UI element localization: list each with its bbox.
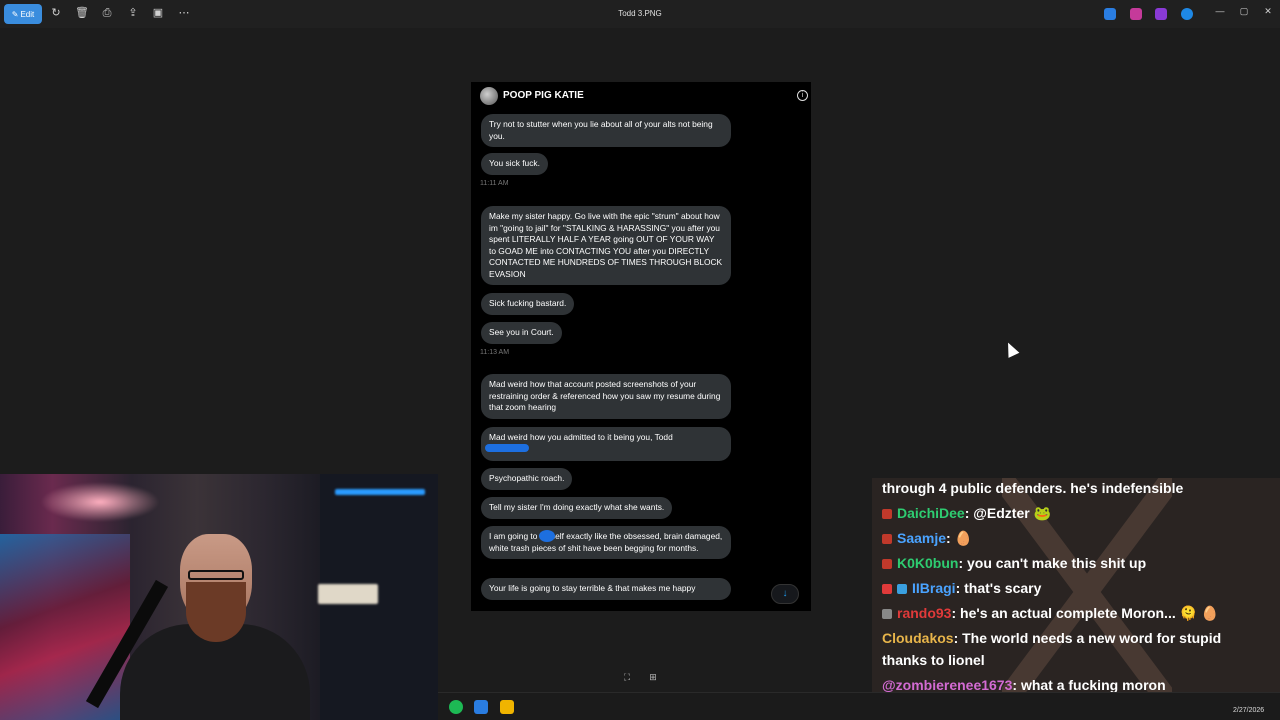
- chat-message: Saamje: 🥚: [882, 529, 1272, 547]
- chat-text: through 4 public defenders. he's indefen…: [882, 480, 1184, 496]
- redaction-scribble: [485, 444, 529, 452]
- chat-message: DaichiDee: @Edzter 🐸: [882, 504, 1272, 522]
- file-explorer-icon[interactable]: [500, 700, 514, 714]
- glasses: [188, 570, 244, 580]
- message-bubble: Sick fucking bastard.: [481, 293, 575, 315]
- app-icon-3[interactable]: [1155, 8, 1167, 20]
- app-icon-green[interactable]: [449, 700, 463, 714]
- delete-icon[interactable]: 🗑: [75, 6, 89, 20]
- shelf-item: [318, 584, 378, 604]
- mouse-cursor-icon: [1002, 340, 1020, 358]
- viewer-toolbar: ✎ Edit ↻ 🗑 ⎙ ⇪ ▣ ⋯ Todd 3.PNG — ▢ ✕: [0, 0, 1280, 28]
- edit-icon: ✎: [11, 9, 19, 19]
- person-beard: [186, 582, 246, 642]
- string-lights: [40, 482, 160, 522]
- shelf-light: [335, 489, 425, 495]
- chat-text: : that's scary: [955, 580, 1042, 596]
- chat-message: Cloudakos: The world needs a new word fo…: [882, 629, 1272, 647]
- chat-username: K0K0bun: [897, 555, 959, 571]
- fit-to-window-icon[interactable]: ⛶: [621, 672, 633, 684]
- chat-username: @zombierenee1673: [882, 677, 1013, 693]
- timestamp: 11:11 AM: [480, 180, 509, 187]
- taskbar-date: 2/27/2026: [1233, 707, 1265, 714]
- timestamp: 11:13 AM: [480, 349, 510, 356]
- chat-text: : 🥚: [946, 530, 973, 546]
- app-icon-1[interactable]: [1104, 8, 1116, 20]
- share-icon[interactable]: ⇪: [126, 6, 140, 20]
- chat-text: : you can't make this shit up: [958, 555, 1147, 571]
- message-bubble: Mad weird how that account posted screen…: [481, 374, 731, 419]
- print-icon[interactable]: ⎙: [100, 6, 114, 20]
- message-bubble: See you in Court.: [481, 322, 562, 344]
- photos-app-icon[interactable]: [474, 700, 488, 714]
- cloud-icon[interactable]: [1181, 8, 1193, 20]
- rotate-icon[interactable]: ↻: [49, 6, 63, 20]
- blanket: [0, 534, 130, 720]
- chat-message: K0K0bun: you can't make this shit up: [882, 554, 1272, 572]
- minimize-button[interactable]: —: [1212, 6, 1228, 20]
- chat-text: thanks to lionel: [882, 652, 985, 668]
- window-title: Todd 3.PNG: [618, 9, 662, 18]
- more-icon[interactable]: ⋯: [177, 6, 191, 20]
- chat-username: rando93: [897, 605, 952, 621]
- message-bubble: Psychopathic roach.: [481, 468, 573, 490]
- chat-message: IIBragi: that's scary: [882, 579, 1272, 597]
- user-badge-icon: [882, 559, 892, 570]
- chat-message: through 4 public defenders. he's indefen…: [882, 479, 1272, 497]
- chat-username: DaichiDee: [897, 505, 965, 521]
- edit-label: Edit: [20, 9, 35, 19]
- chat-message: rando93: he's an actual complete Moron..…: [882, 604, 1272, 622]
- redaction-scribble: [539, 530, 555, 542]
- user-badge-icon: [897, 584, 907, 595]
- scroll-down-button[interactable]: ↓: [771, 584, 799, 604]
- chat-text: : @Edzter 🐸: [964, 505, 1052, 521]
- crop-icon[interactable]: ▣: [151, 6, 165, 20]
- user-badge-icon: [882, 609, 892, 620]
- avatar: [480, 87, 498, 105]
- stream-chat: through 4 public defenders. he's indefen…: [872, 478, 1280, 706]
- chat-username: IIBragi: [912, 580, 956, 596]
- contact-name: POOP PIG KATIE: [503, 90, 584, 101]
- dm-screenshot: POOP PIG KATIE i Try not to stutter when…: [471, 82, 811, 611]
- chat-text: : The world needs a new word for stupid: [953, 630, 1222, 646]
- user-badge-icon: [882, 509, 892, 520]
- maximize-button[interactable]: ▢: [1236, 6, 1252, 20]
- chat-username: Cloudakos: [882, 630, 954, 646]
- taskbar: 2/27/2026: [438, 692, 1280, 720]
- actual-size-icon[interactable]: ⊞: [647, 672, 659, 684]
- message-bubble: You sick fuck.: [481, 153, 548, 175]
- dm-header: POOP PIG KATIE i: [471, 82, 811, 110]
- info-icon[interactable]: i: [797, 90, 808, 101]
- message-bubble: Tell my sister I'm doing exactly what sh…: [481, 497, 673, 519]
- message-bubble: I am going to myself exactly like the ob…: [481, 526, 731, 559]
- webcam-feed: [0, 474, 438, 720]
- user-badge-icon: [882, 584, 892, 595]
- message-bubble: Your life is going to stay terrible & th…: [481, 578, 731, 600]
- chat-text: : what a fucking moron: [1012, 677, 1166, 693]
- user-badge-icon: [882, 534, 892, 545]
- chat-username: Saamje: [897, 530, 947, 546]
- edit-button[interactable]: ✎ Edit: [4, 4, 42, 24]
- close-button[interactable]: ✕: [1260, 6, 1276, 20]
- message-bubble: Try not to stutter when you lie about al…: [481, 114, 731, 147]
- chat-text: : he's an actual complete Moron... 🫠 🥚: [951, 605, 1219, 621]
- message-bubble: Make my sister happy. Go live with the e…: [481, 206, 731, 285]
- app-icon-2[interactable]: [1130, 8, 1142, 20]
- chat-message: thanks to lionel: [882, 651, 1272, 669]
